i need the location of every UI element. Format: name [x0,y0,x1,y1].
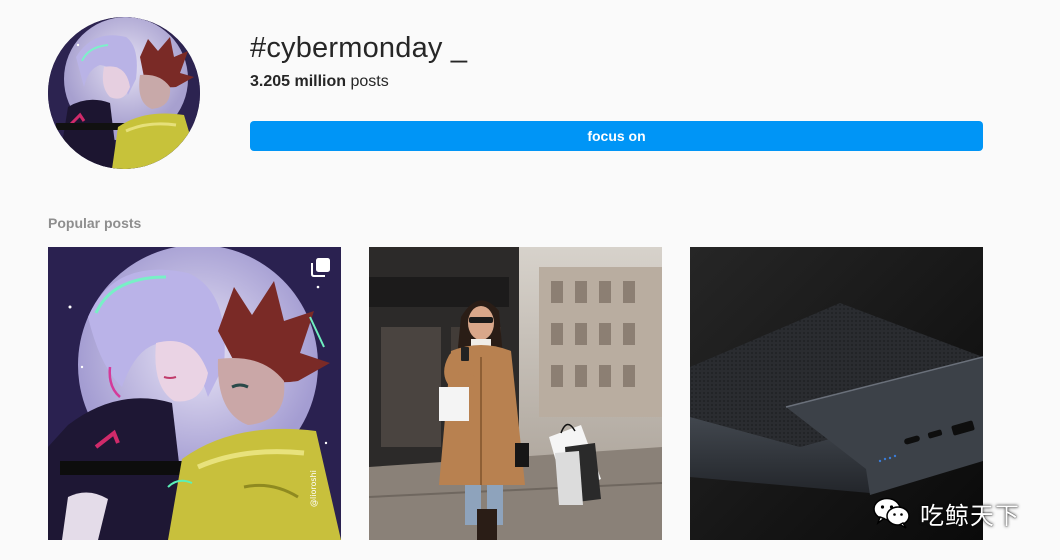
wechat-icon [873,497,910,529]
post-tile-1[interactable]: @lioroshi [48,247,341,540]
post-count: 3.205 million posts [250,72,389,92]
hashtag-avatar [48,17,200,169]
post-count-value: 3.205 million [250,73,347,90]
post-tile-2[interactable] [369,247,662,540]
popular-posts-heading: Popular posts [48,215,142,231]
hashtag-title: #cybermonday _ [250,32,468,64]
post-2-image [369,247,662,540]
post-1-image: @lioroshi [48,247,341,540]
avatar-illustration [48,17,200,169]
post-count-suffix: posts [346,73,389,90]
multiple-images-icon [311,258,330,277]
artist-signature: @lioroshi [309,470,318,507]
follow-button[interactable]: focus on [250,121,983,151]
wechat-watermark: 吃鲸天下 [872,495,1020,531]
watermark-text: 吃鲸天下 [920,501,1020,530]
